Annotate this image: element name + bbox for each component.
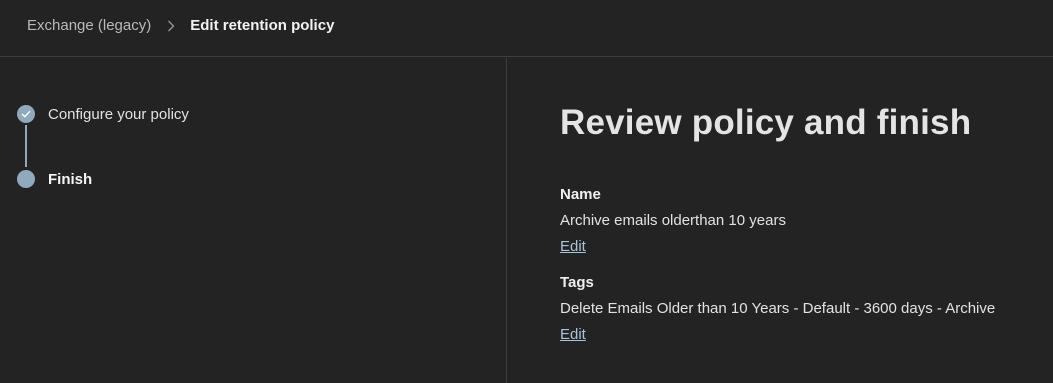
step-connector — [25, 125, 27, 167]
tags-label: Tags — [560, 274, 594, 291]
step-label: Finish — [48, 170, 93, 188]
chevron-right-icon — [167, 20, 175, 32]
edit-tags-link[interactable]: Edit — [560, 326, 586, 344]
wizard-steps-panel: Configure your policy Finish — [0, 58, 507, 383]
edit-name-link[interactable]: Edit — [560, 238, 586, 256]
breadcrumb-current: Edit retention policy — [190, 17, 335, 34]
step-label: Configure your policy — [48, 105, 189, 123]
breadcrumb: Exchange (legacy) Edit retention policy — [27, 17, 334, 35]
step-finish[interactable]: Finish — [17, 170, 92, 188]
review-panel: Review policy and finish Name Archive em… — [508, 58, 1053, 383]
tags-section: Tags Delete Emails Older than 10 Years -… — [560, 274, 995, 344]
name-section: Name Archive emails olderthan 10 years E… — [560, 186, 786, 256]
step-current-indicator — [17, 170, 35, 188]
header: Exchange (legacy) Edit retention policy — [0, 0, 1053, 57]
check-icon — [17, 105, 35, 123]
tags-value: Delete Emails Older than 10 Years - Defa… — [560, 300, 996, 317]
breadcrumb-parent-link[interactable]: Exchange (legacy) — [27, 17, 151, 35]
step-configure-policy[interactable]: Configure your policy — [17, 105, 189, 123]
name-value: Archive emails olderthan 10 years — [560, 212, 786, 229]
name-label: Name — [560, 186, 601, 203]
page-title: Review policy and finish — [560, 103, 972, 142]
